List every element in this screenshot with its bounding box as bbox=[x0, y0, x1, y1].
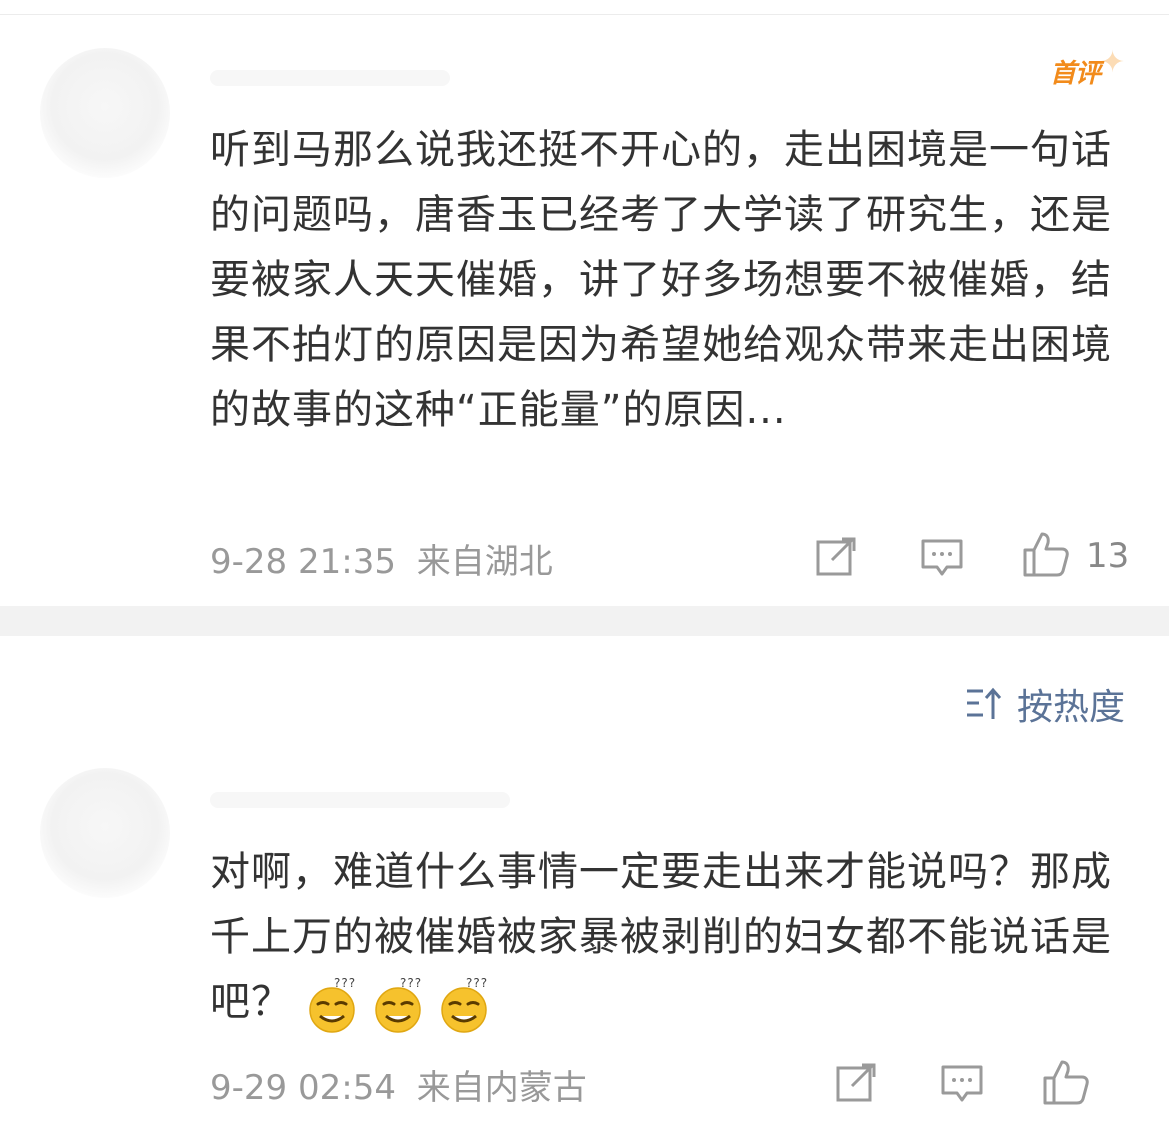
section-divider bbox=[0, 606, 1169, 636]
username-blurred[interactable] bbox=[210, 70, 450, 86]
first-comment-badge: 首评 bbox=[1050, 59, 1101, 89]
comment-meta: 9-28 21:35 来自湖北 bbox=[210, 534, 553, 583]
sort-by-hot-button[interactable]: 按热度 bbox=[965, 682, 1125, 728]
thumbs-up-icon[interactable] bbox=[1042, 1058, 1090, 1106]
comment-text: 听到马那么说我还挺不开心的，走出困境是一句话的问题吗，唐香玉已经考了大学读了研究… bbox=[210, 127, 1112, 433]
comment-location: 来自内蒙古 bbox=[416, 1068, 587, 1108]
like-count: 13 bbox=[1086, 536, 1130, 576]
comment-date: 9-28 21:35 bbox=[210, 542, 396, 582]
smirk-sweat-emoji: ??? bbox=[304, 974, 360, 1034]
avatar[interactable] bbox=[40, 768, 170, 898]
comment-icon[interactable] bbox=[920, 538, 964, 578]
avatar[interactable] bbox=[40, 48, 170, 178]
thumbs-up-icon[interactable] bbox=[1022, 530, 1070, 578]
comment-text: 对啊，难道什么事情一定要走出来才能说吗？那成千上万的被催婚被家暴被剥削的妇女都不… bbox=[210, 840, 1130, 1035]
repost-icon[interactable] bbox=[816, 536, 858, 576]
comment-icon[interactable] bbox=[940, 1064, 984, 1104]
repost-icon[interactable] bbox=[836, 1062, 878, 1102]
sort-icon bbox=[965, 687, 1003, 721]
username-blurred[interactable] bbox=[210, 792, 510, 808]
comment-date: 9-29 02:54 bbox=[210, 1068, 396, 1108]
top-divider bbox=[0, 14, 1169, 15]
comment-meta: 9-29 02:54 来自内蒙古 bbox=[210, 1060, 587, 1109]
comment-location: 来自湖北 bbox=[416, 542, 553, 582]
emoji-group: ??? ??? ??? bbox=[304, 974, 492, 1034]
smirk-sweat-emoji: ??? bbox=[436, 974, 492, 1034]
smirk-sweat-emoji: ??? bbox=[370, 974, 426, 1034]
sort-label: 按热度 bbox=[1017, 687, 1126, 728]
